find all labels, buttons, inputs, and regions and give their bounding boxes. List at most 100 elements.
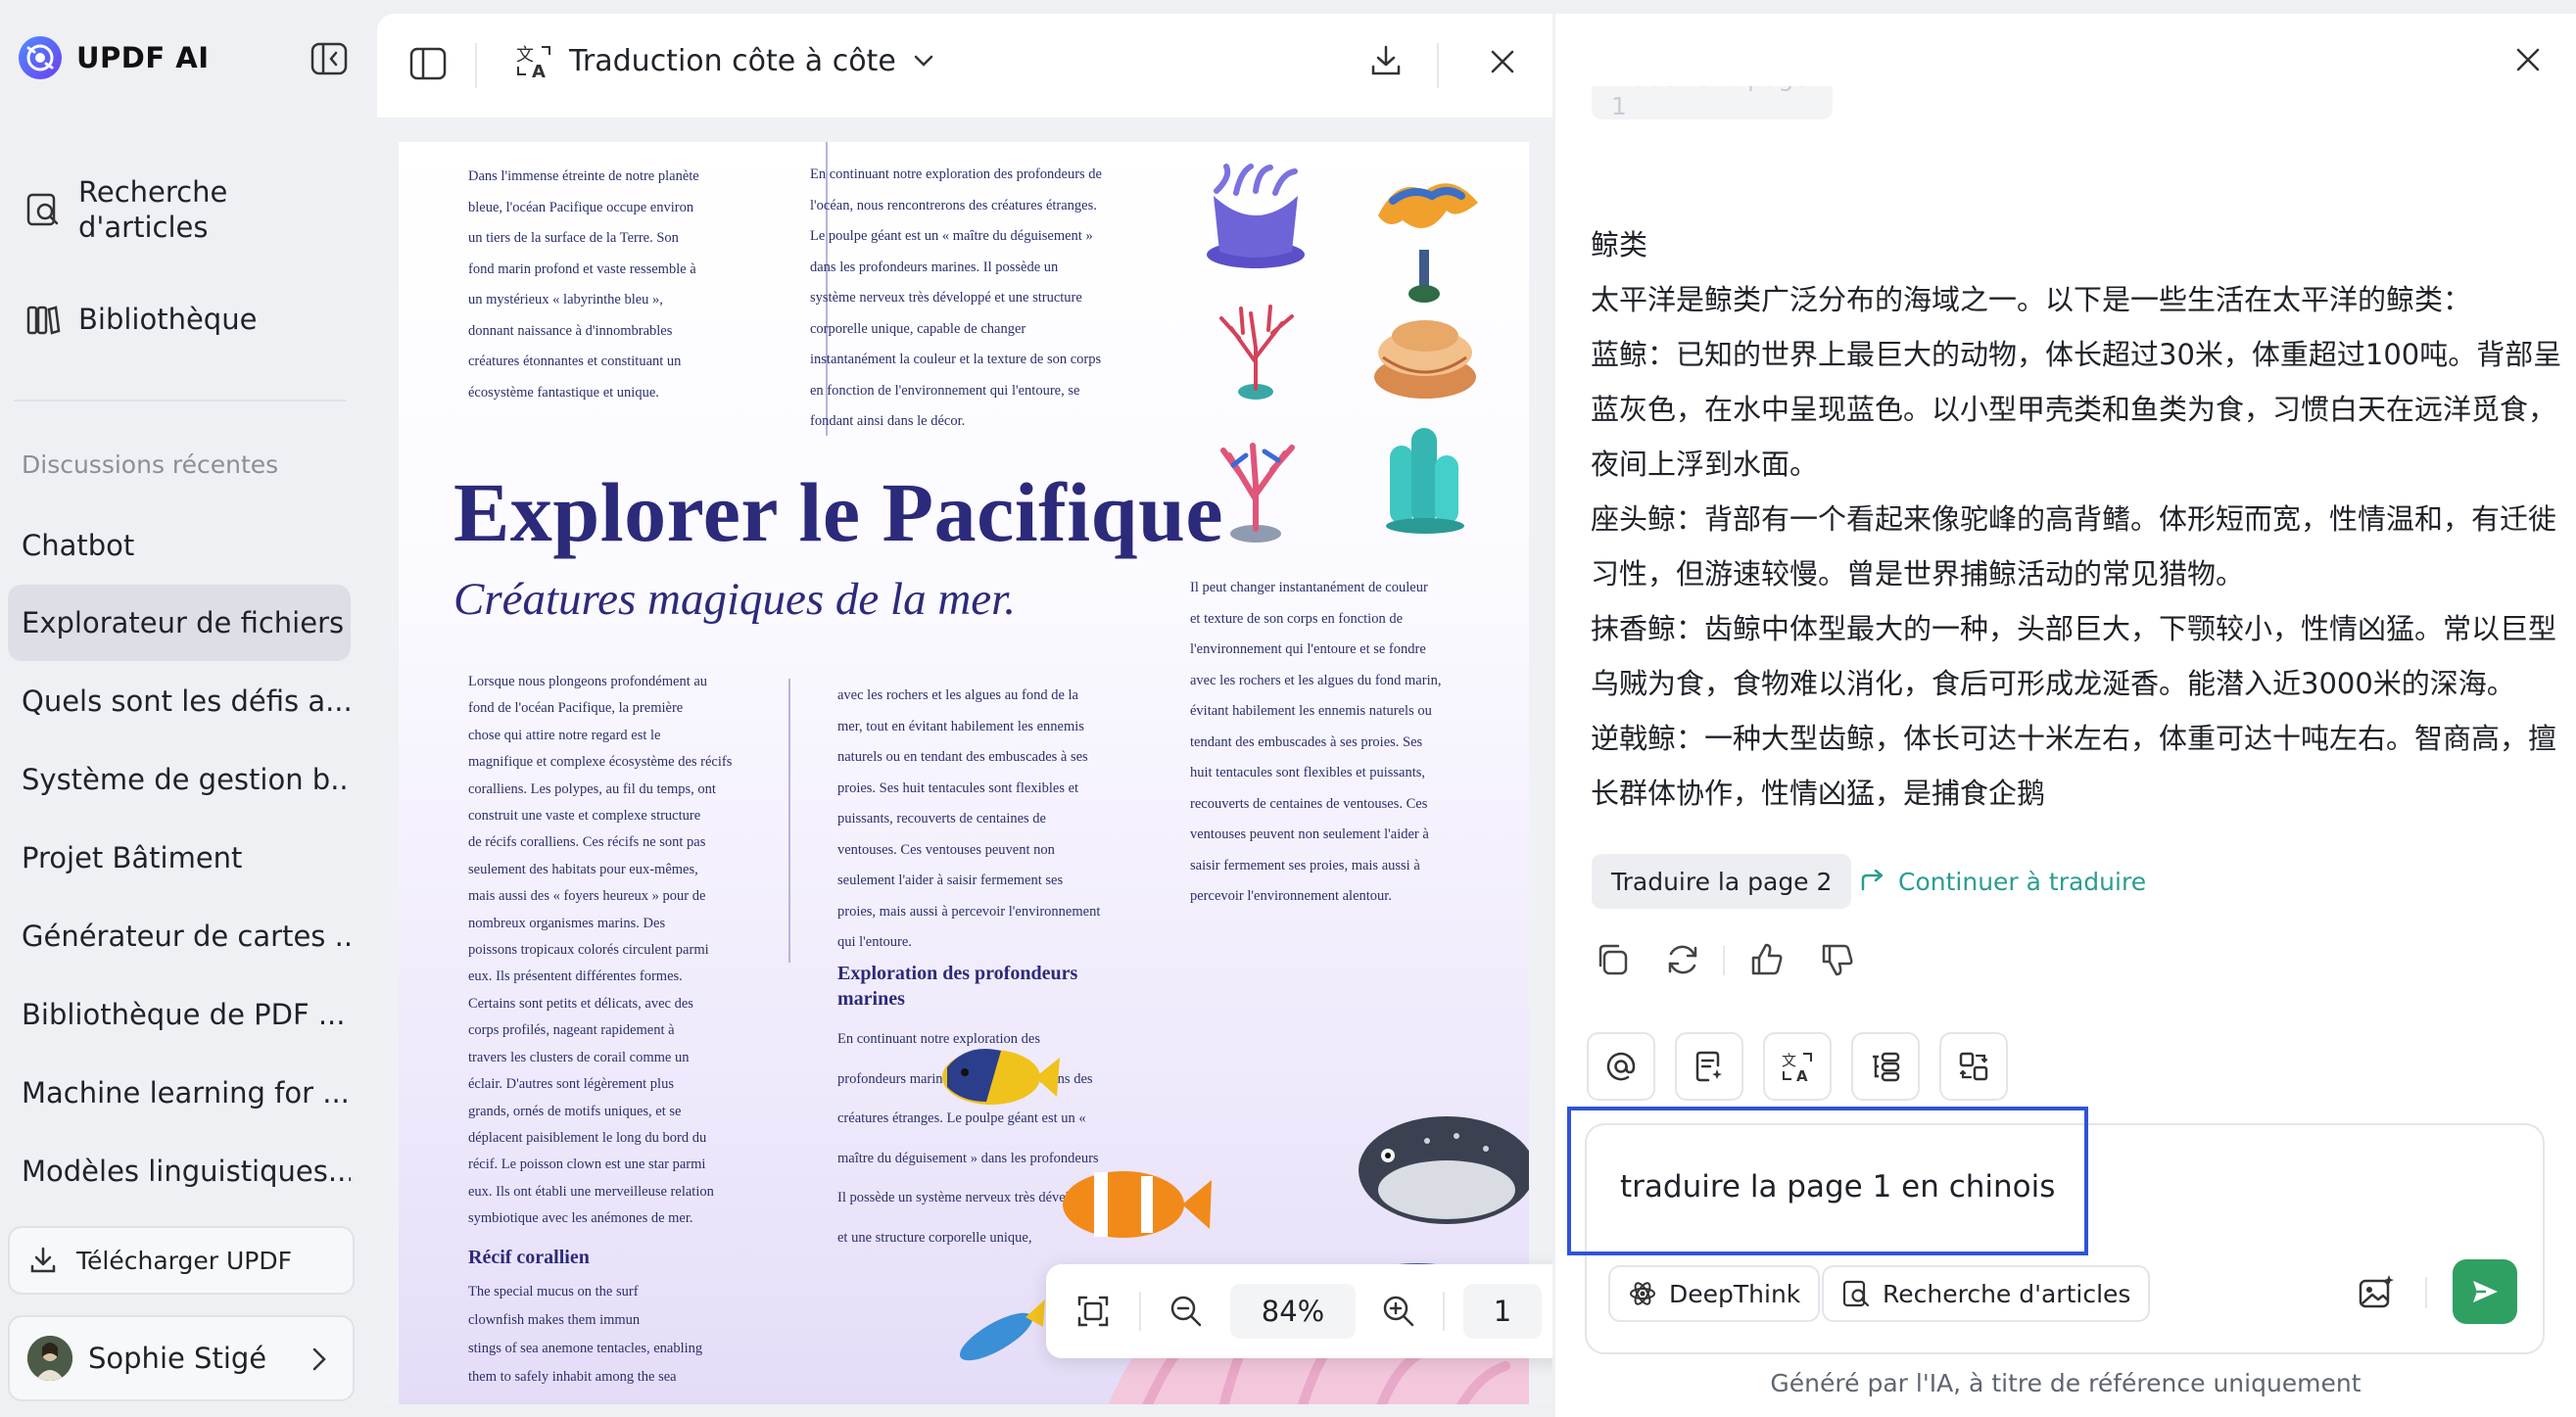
svg-text:A: A [1796, 1067, 1808, 1083]
actions-divider [1723, 946, 1725, 975]
svg-text:文: 文 [1782, 1052, 1796, 1069]
research-articles-label: Recherche d'articles [1883, 1279, 2131, 1308]
deepthink-button[interactable]: DeepThink [1608, 1265, 1821, 1322]
thumbs-down-icon[interactable] [1818, 940, 1857, 979]
page-number-field[interactable]: 1 [1463, 1284, 1542, 1339]
zoom-out-icon[interactable] [1169, 1294, 1204, 1329]
previous-message-chip: Traduire la page 1 [1592, 86, 1833, 127]
send-icon [2468, 1275, 2502, 1308]
user-name: Sophie Stigé [88, 1342, 267, 1375]
regenerate-icon[interactable] [1663, 940, 1702, 979]
teal-tube-coral-image [1386, 428, 1464, 534]
ai-disclaimer: Généré par l'IA, à titre de référence un… [1770, 1369, 2361, 1397]
recent-item[interactable]: Quels sont les défis a... [8, 663, 351, 739]
app-name: UPDF AI [76, 41, 210, 74]
collapse-sidebar-button[interactable] [310, 41, 349, 76]
document-title: Explorer le Pacifique [453, 465, 1224, 559]
response-line: 乌贼为食，食物难以消化，食后可形成龙涎香。能潜入近3000米的深海。 [1591, 667, 2515, 700]
response-line: 鲸类 [1591, 228, 1648, 261]
response-line: 蓝灰色，在水中呈现蓝色。以小型甲壳类和鱼类为食，习惯白天在远洋觅食， [1591, 393, 2557, 426]
summarize-button[interactable] [1675, 1032, 1743, 1101]
document-search-icon [1841, 1279, 1871, 1308]
user-profile-button[interactable]: Sophie Stigé [8, 1315, 355, 1401]
toolbar-divider [475, 43, 477, 88]
orange-blue-coral-image [1378, 183, 1478, 303]
sidebar-divider [14, 400, 347, 401]
close-icon[interactable] [2513, 45, 2543, 74]
intro-paragraph: Dans l'immense étreinte de notre planète… [468, 168, 699, 401]
ai-response-text: 鲸类 太平洋是鲸类广泛分布的海域之一。以下是一些生活在太平洋的鲸类： 蓝鲸：已知… [1591, 217, 2561, 821]
outline-icon [1869, 1050, 1902, 1083]
nav-research-articles[interactable]: Recherche d'articles [24, 174, 227, 245]
thumbs-up-icon[interactable] [1747, 940, 1787, 979]
app-logo[interactable]: UPDF AI [18, 35, 210, 80]
translate-icon: 文A [514, 41, 553, 80]
translate-icon: 文A [1781, 1050, 1814, 1083]
copy-icon[interactable] [1593, 940, 1632, 979]
download-icon[interactable] [1368, 43, 1404, 78]
chat-input-text[interactable]: traduire la page 1 en chinois [1620, 1169, 2055, 1204]
zoom-in-icon[interactable] [1381, 1294, 1416, 1329]
translate-page-2-button[interactable]: Traduire la page 2 [1592, 854, 1852, 909]
recent-item[interactable]: Générateur de cartes ... [8, 898, 351, 974]
nav-library[interactable]: Bibliothèque [24, 300, 257, 339]
column-rule [788, 679, 790, 963]
at-icon [1604, 1050, 1638, 1083]
research-articles-button[interactable]: Recherche d'articles [1822, 1265, 2151, 1322]
mention-button[interactable] [1587, 1032, 1655, 1101]
clownfish-image [1063, 1171, 1212, 1238]
small-fish-image [959, 1299, 1045, 1361]
mind-map-button[interactable] [1851, 1032, 1920, 1101]
butterflyfish-image [942, 1049, 1060, 1105]
pdf-page: Dans l'immense étreinte de notre planète… [399, 142, 1529, 1404]
purple-anemone-image [1207, 164, 1305, 268]
recent-item[interactable]: Modèles linguistiques... [8, 1133, 351, 1209]
chevron-down-icon [912, 53, 935, 69]
response-line: 抹香鲸：齿鲸中体型最大的一种，头部巨大，下颚较小，性情凶猛。常以巨型 [1591, 612, 2557, 645]
pufferfish-image [1359, 1116, 1529, 1224]
download-icon [27, 1245, 59, 1276]
recent-item[interactable]: Projet Bâtiment [8, 820, 351, 896]
zoom-level-field[interactable]: 84% [1230, 1284, 1356, 1339]
continue-translate-link[interactable]: Continuer à traduire [1859, 856, 2146, 907]
download-label: Télécharger UPDF [76, 1246, 292, 1275]
image-upload-icon[interactable] [2357, 1273, 2396, 1312]
document-subtitle: Créatures magiques de la mer. [453, 574, 1016, 625]
ai-chat-panel: Traduire la page 1 鲸类 太平洋是鲸类广泛分布的海域之一。以下… [1555, 14, 2576, 1417]
compare-button[interactable] [1939, 1032, 2008, 1101]
recent-item-active[interactable]: Explorateur de fichiers [8, 585, 351, 661]
nav-library-label: Bibliothèque [78, 303, 258, 336]
octopus-paragraph: En continuant notre exploration des prof… [810, 166, 1102, 429]
translation-mode-dropdown[interactable]: 文A Traduction côte à côte [514, 41, 935, 80]
recent-item[interactable]: Bibliothèque de PDF ... [8, 976, 351, 1053]
deep-sea-heading: Exploration des profondeurs marines [837, 963, 1078, 1010]
right-column-paragraph: Il peut changer instantanément de couleu… [1190, 580, 1442, 904]
response-line: 长群体协作，性情凶猛，是捕食企鹅 [1591, 777, 2046, 810]
document-viewer: 文A Traduction côte à côte Dans l'immense… [377, 14, 1552, 1404]
coral-reef-heading: Récif corallien [468, 1247, 590, 1268]
red-branch-coral-image [1219, 305, 1294, 400]
translation-mode-label: Traduction côte à côte [569, 43, 896, 78]
panel-toggle-icon[interactable] [408, 45, 448, 82]
recent-item[interactable]: Machine learning for ... [8, 1055, 351, 1131]
plate-coral-image [1374, 320, 1476, 399]
recent-discussions-title: Discussions récentes [22, 450, 279, 479]
clownfish-paragraph: The special mucus on the surf clownfish m… [468, 1284, 703, 1385]
recent-item[interactable]: Chatbot [8, 507, 351, 584]
document-sparkle-icon [1693, 1050, 1726, 1083]
response-line: 座头鲸：背部有一个看起来像驼峰的高背鳍。体形短而宽，性情温和，有迁徙 [1591, 502, 2557, 536]
recent-item[interactable]: Système de gestion b... [8, 741, 351, 818]
deepthink-label: DeepThink [1669, 1279, 1801, 1308]
translate-button[interactable]: 文A [1763, 1032, 1832, 1101]
updf-logo-icon [18, 35, 63, 80]
toolbar-divider [1139, 1292, 1141, 1331]
download-updf-button[interactable]: Télécharger UPDF [8, 1226, 355, 1295]
pink-branch-coral-image [1220, 443, 1295, 543]
library-icon [24, 300, 63, 339]
svg-text:A: A [532, 62, 546, 80]
close-icon[interactable] [1488, 47, 1517, 76]
send-button[interactable] [2453, 1259, 2517, 1324]
fit-page-icon[interactable] [1075, 1294, 1111, 1329]
image-convert-icon [1957, 1050, 1990, 1083]
document-search-icon [24, 190, 63, 229]
